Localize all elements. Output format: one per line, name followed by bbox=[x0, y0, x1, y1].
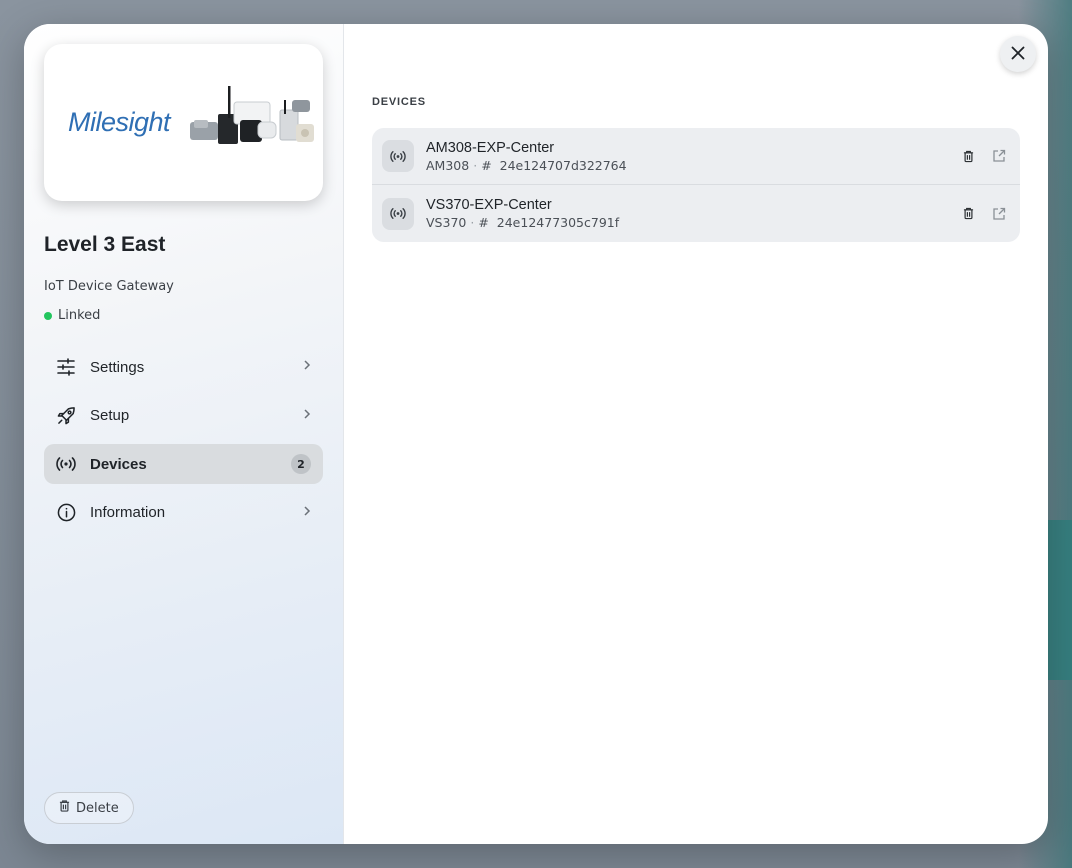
sidebar-item-information[interactable]: Information bbox=[44, 493, 323, 533]
delete-device-button[interactable] bbox=[963, 207, 974, 220]
sidebar-item-devices[interactable]: Devices 2 bbox=[44, 444, 323, 484]
status-label: Linked bbox=[58, 308, 101, 323]
status-dot-icon bbox=[44, 311, 52, 320]
device-eui: 24e12477305c791f bbox=[496, 215, 620, 230]
delete-label: Delete bbox=[76, 800, 119, 816]
delete-device-button[interactable] bbox=[963, 150, 974, 163]
chevron-right-icon bbox=[303, 359, 311, 375]
gateway-title: Level 3 East bbox=[44, 233, 166, 256]
external-link-icon bbox=[993, 149, 1006, 162]
close-button[interactable] bbox=[1000, 36, 1036, 72]
gateway-modal: Milesight Level 3 East IoT Device Gatewa… bbox=[24, 24, 1048, 844]
device-meta: VS370 · # 24e12477305c791f bbox=[426, 215, 620, 230]
device-model: AM308 bbox=[426, 157, 470, 173]
sidebar-item-settings[interactable]: Settings bbox=[44, 347, 323, 387]
sidebar-item-label: Information bbox=[90, 504, 166, 521]
trash-icon bbox=[963, 207, 974, 220]
sliders-icon bbox=[56, 357, 76, 377]
trash-icon bbox=[59, 800, 70, 816]
close-icon bbox=[1011, 45, 1025, 64]
broadcast-icon bbox=[382, 140, 414, 172]
hash-icon: # bbox=[478, 215, 489, 230]
device-meta: AM308 · # 24e124707d322764 bbox=[426, 157, 627, 173]
sidebar-nav: Settings Setup Devices 2 Information bbox=[44, 347, 323, 533]
product-card: Milesight bbox=[44, 44, 323, 201]
device-list: AM308-EXP-Center AM308 · # 24e124707d32276… bbox=[372, 128, 1020, 242]
status-badge: Linked bbox=[44, 308, 323, 323]
broadcast-icon bbox=[382, 197, 414, 230]
chevron-right-icon bbox=[303, 505, 311, 521]
product-illustration bbox=[190, 86, 314, 144]
hash-icon: # bbox=[481, 157, 492, 173]
device-name: VS370-EXP-Center bbox=[426, 197, 552, 213]
broadcast-icon bbox=[56, 454, 76, 474]
delete-button[interactable]: Delete bbox=[44, 792, 134, 824]
section-title: DEVICES bbox=[372, 96, 426, 108]
main-panel: DEVICES AM308-EXP-Center AM308 · # 24e1247… bbox=[344, 24, 1048, 844]
open-device-button[interactable] bbox=[992, 149, 1006, 163]
sidebar-item-setup[interactable]: Setup bbox=[44, 396, 323, 436]
sidebar-item-label: Setup bbox=[90, 407, 130, 424]
sidebar: Milesight Level 3 East IoT Device Gatewa… bbox=[24, 24, 344, 844]
list-item[interactable]: VS370-EXP-Center VS370 · # 24e12477305c791… bbox=[372, 185, 1020, 242]
sidebar-item-label: Devices bbox=[90, 455, 147, 473]
trash-icon bbox=[963, 150, 974, 162]
open-device-button[interactable] bbox=[992, 207, 1006, 221]
device-eui: 24e124707d322764 bbox=[499, 157, 627, 173]
chevron-right-icon bbox=[303, 408, 311, 424]
sidebar-item-label: Settings bbox=[90, 358, 145, 376]
device-count-badge: 2 bbox=[291, 454, 311, 474]
brand-logo: Milesight bbox=[68, 107, 171, 137]
external-link-icon bbox=[993, 207, 1006, 220]
info-icon bbox=[56, 503, 76, 523]
list-item[interactable]: AM308-EXP-Center AM308 · # 24e124707d32276… bbox=[372, 128, 1020, 185]
device-name: AM308-EXP-Center bbox=[426, 139, 555, 156]
gateway-type: IoT Device Gateway bbox=[44, 279, 174, 294]
device-model: VS370 bbox=[426, 215, 467, 230]
rocket-icon bbox=[56, 406, 76, 426]
